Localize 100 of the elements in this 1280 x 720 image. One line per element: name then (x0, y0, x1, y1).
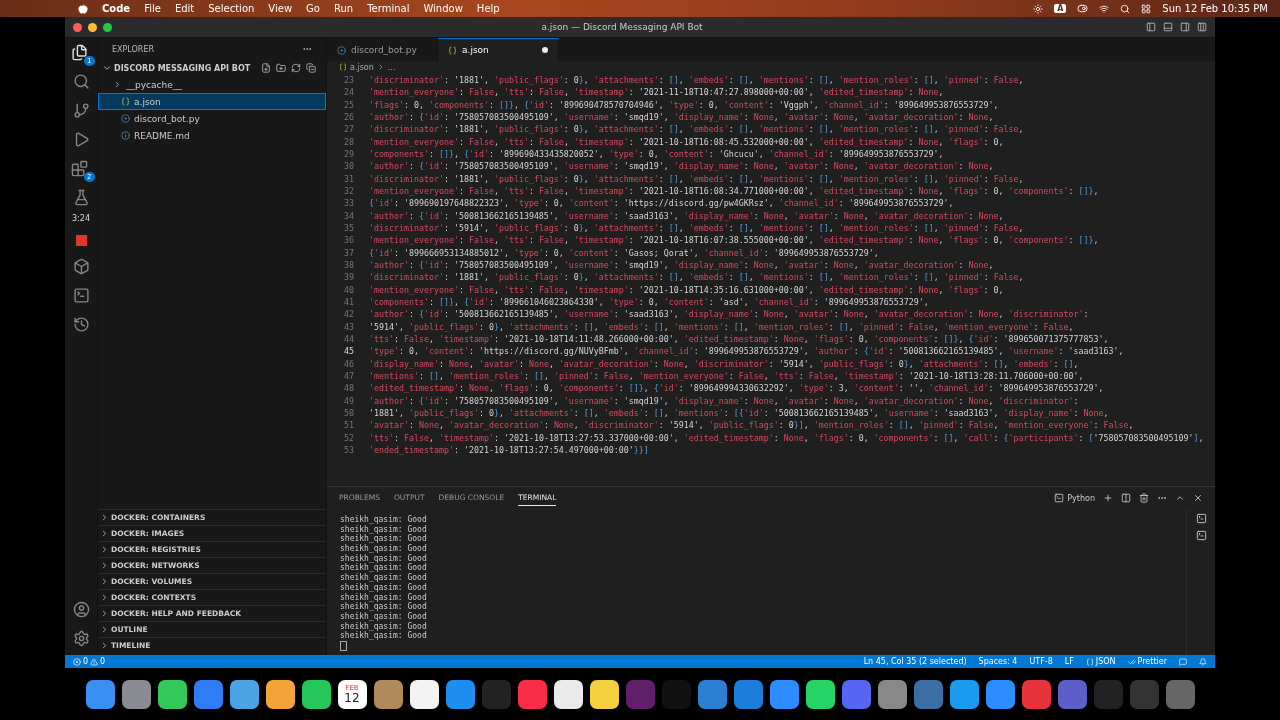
app-icon[interactable] (949, 679, 979, 709)
plus-icon[interactable] (1103, 493, 1113, 503)
menu-item[interactable]: Go (306, 3, 320, 14)
problems-count[interactable]: 0 0 (73, 657, 106, 666)
app-menu[interactable]: Code (102, 3, 131, 14)
code-line: 'author': {'id': '758057083500495109', 'username': 'smqd19', 'display_name': None, 'avatar': None, 'avatar_decoration': None, 'discriminator': (369, 395, 1079, 406)
line-number: 26 (343, 112, 355, 123)
line-number: 41 (343, 297, 355, 308)
menu-item[interactable]: Run (333, 3, 354, 14)
toggle-icon[interactable] (1077, 3, 1089, 14)
zoom-button[interactable] (103, 22, 112, 32)
app-icon[interactable] (445, 679, 475, 709)
code-line: 'discriminator': '1881', 'public_flags': 0}, 'attachments': [], 'embeds': [], 'mentions': [], 'mention_roles': [], 'pinned': False, (369, 173, 1024, 184)
line-number: 39 (343, 272, 355, 283)
breadcrumb-item[interactable]: ... (387, 62, 396, 72)
line-number: 29 (343, 149, 355, 160)
breadcrumb-item[interactable]: a.json (350, 62, 374, 72)
app-icon[interactable] (121, 679, 151, 709)
sidebar-right-icon[interactable] (1180, 22, 1190, 32)
app-icon[interactable] (985, 679, 1015, 709)
sun-icon[interactable] (1033, 3, 1044, 14)
menu-item[interactable]: File (144, 3, 161, 14)
app-icon[interactable] (157, 679, 187, 709)
files-icon[interactable] (70, 44, 88, 61)
layout-icon[interactable] (1197, 22, 1207, 32)
app-icon[interactable] (409, 679, 439, 709)
apple-icon[interactable] (78, 3, 88, 14)
terminal-shell-button[interactable]: Python (1054, 493, 1095, 503)
line-number: 25 (343, 99, 355, 110)
menu-item[interactable]: Edit (174, 3, 195, 14)
chevron-down-icon[interactable] (102, 63, 112, 73)
input-source[interactable]: A (1054, 4, 1067, 13)
app-icon[interactable] (877, 679, 907, 709)
app-icon[interactable] (301, 679, 331, 709)
new-folder-icon[interactable] (276, 63, 286, 73)
tree-item[interactable]: a.json (98, 93, 326, 110)
menu-item[interactable]: Selection (208, 3, 255, 14)
menu-bar-clock[interactable]: Sun 12 Feb 10:35 PM (1162, 3, 1268, 14)
search-icon[interactable] (72, 73, 90, 90)
bell-icon[interactable] (1199, 657, 1207, 666)
blocks-icon[interactable] (70, 160, 88, 177)
terminal-cursor (340, 640, 347, 651)
close-button[interactable] (73, 22, 82, 32)
status-item[interactable]: Spaces: 4 (978, 657, 1018, 666)
flask-icon[interactable] (72, 189, 90, 206)
app-icon[interactable] (85, 679, 115, 709)
terminal-line: sheikh_qasim: Good (340, 544, 428, 554)
settings-icon[interactable] (72, 630, 90, 647)
terminal-icon[interactable] (1195, 513, 1207, 524)
box-icon[interactable] (72, 258, 90, 275)
terminal-icon[interactable] (1195, 530, 1207, 541)
menu-item[interactable]: View (268, 3, 293, 14)
stop-icon[interactable] (75, 235, 87, 246)
formatter-status[interactable]: Prettier (1127, 657, 1167, 666)
search-icon[interactable] (1120, 3, 1131, 14)
collapse-icon[interactable] (306, 63, 316, 73)
terminal-line: sheikh_qasim: Good (340, 631, 428, 641)
trash-icon[interactable] (1139, 493, 1149, 503)
project-title[interactable]: DISCORD MESSAGING API BOT (114, 63, 251, 73)
error-count: 0 (83, 657, 89, 666)
minimize-button[interactable] (88, 22, 97, 32)
refresh-icon[interactable] (291, 63, 301, 73)
split-icon[interactable] (1121, 493, 1131, 503)
editor-tab[interactable]: a.json (438, 38, 559, 61)
tree-item[interactable]: README.md (98, 127, 326, 144)
branch-icon[interactable] (72, 102, 90, 119)
line-number: 35 (343, 223, 355, 234)
menu-item[interactable]: Help (476, 3, 500, 14)
history-icon[interactable] (72, 316, 90, 333)
menu-item[interactable]: Terminal (367, 3, 410, 14)
new-file-icon[interactable] (261, 63, 271, 73)
code-line: 'mention_everyone': False, 'tts': False, 'timestamp': '2021-10-18T14:35:16.631000+00:00', 'edited_timestamp': None, 'flags': 0, (369, 284, 1004, 295)
account-icon[interactable] (72, 601, 90, 618)
wifi-icon[interactable] (1099, 3, 1110, 14)
status-item[interactable]: Ln 45, Col 35 (2 selected) (863, 657, 967, 666)
app-icon[interactable] (589, 679, 619, 709)
close-icon[interactable] (1193, 493, 1203, 503)
terminal-line: sheikh_qasim: Good (340, 582, 428, 593)
recording-timer: 3:24 (72, 214, 90, 223)
app-icon[interactable] (265, 679, 295, 709)
tree-item[interactable]: __pycache__ (98, 76, 326, 93)
app-icon[interactable] (553, 679, 583, 709)
code-line: 'components': []}, {'id': '899661046023864330', 'type': 0, 'content': 'asd', 'channel_id': '899649953876553729', (369, 297, 929, 308)
tree-item[interactable]: discord_bot.py (98, 110, 326, 127)
terminal-icon[interactable] (72, 287, 90, 304)
app-icon[interactable] (805, 679, 835, 709)
sidebar-icon[interactable] (1146, 22, 1156, 32)
code-line: 'mention_everyone': False, 'tts': False, 'timestamp': '2021-10-18T16:08:45.532000+00:00', 'edited_timestamp': None, 'flags': 0, (369, 136, 1004, 147)
code-line: '1881', 'public_flags': 0}, 'attachments': [], 'embeds': [], 'mentions': [{'id': '500813662165139485', 'username': 'saad3163', 'display_name': None, (369, 408, 1109, 418)
language-mode[interactable]: JSON (1085, 657, 1116, 666)
app-icon[interactable] (229, 679, 259, 709)
status-item[interactable]: UTF-8 (1029, 657, 1053, 666)
app-icon[interactable] (373, 679, 403, 709)
control-center-icon[interactable] (1141, 3, 1152, 14)
app-icon[interactable] (769, 679, 799, 709)
status-item[interactable]: LF (1064, 657, 1074, 666)
menu-item[interactable]: Window (423, 3, 463, 14)
panel-icon[interactable] (1163, 22, 1173, 32)
line-number: 51 (343, 420, 355, 431)
chevron-up-icon[interactable] (1175, 493, 1185, 503)
